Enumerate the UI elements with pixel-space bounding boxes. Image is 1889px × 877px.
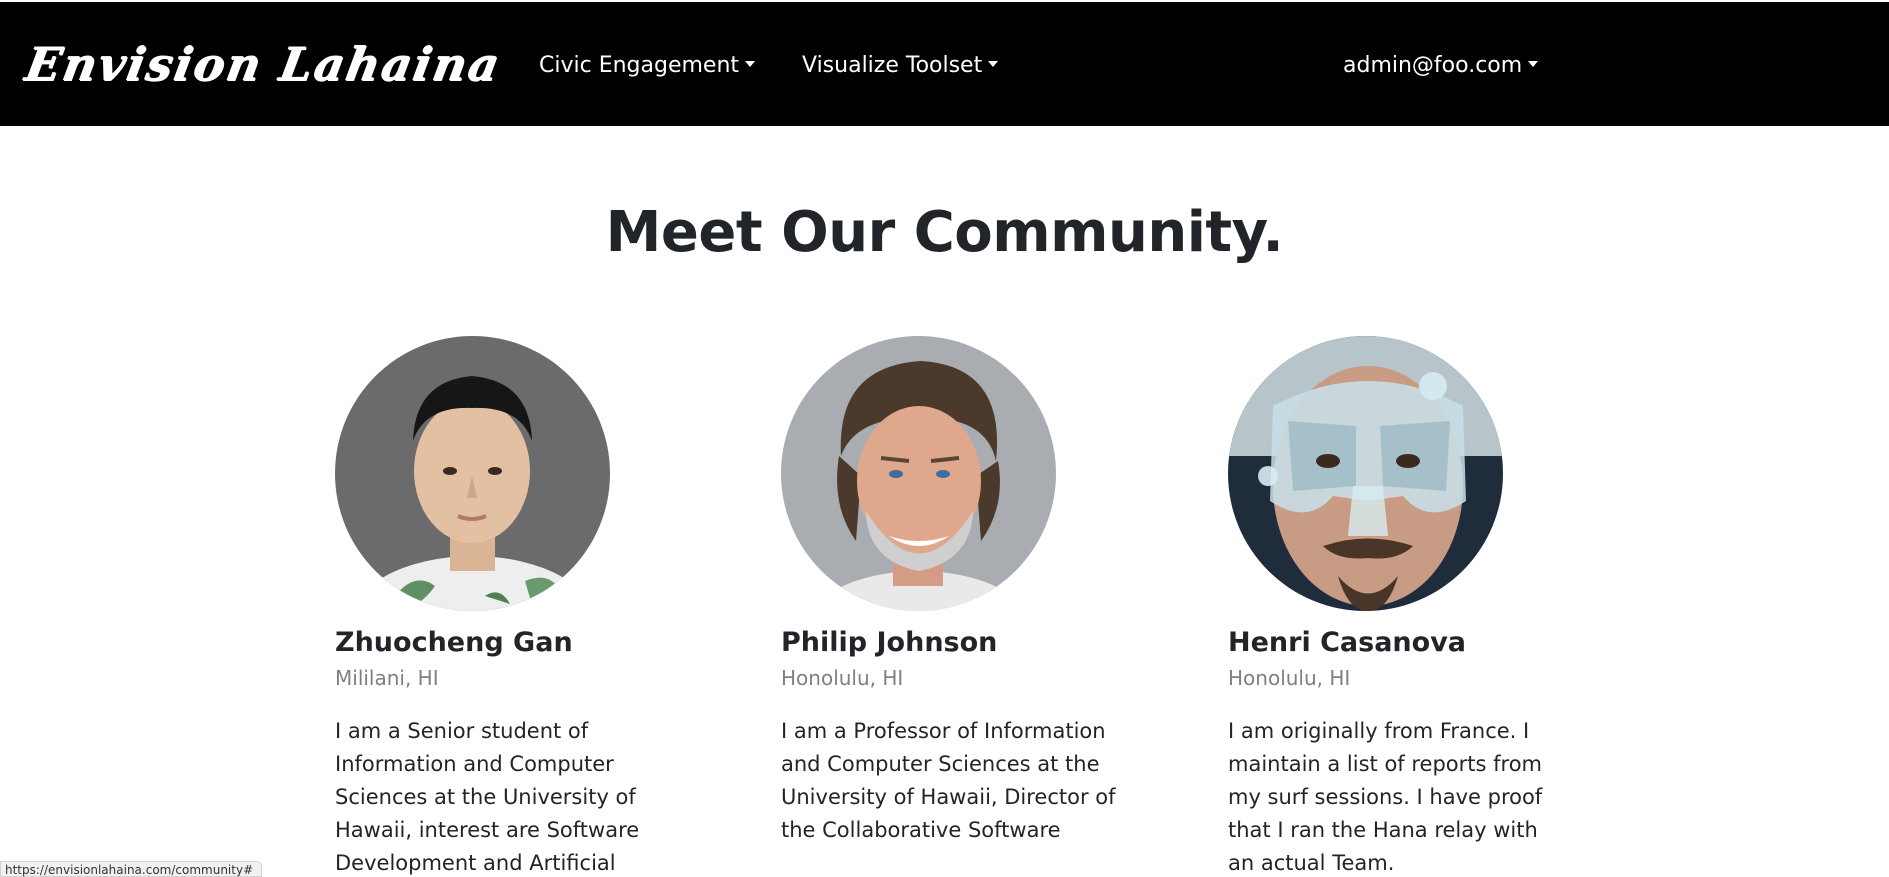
member-bio: I am originally from France. I maintain … xyxy=(1228,719,1543,875)
member-name: Zhuocheng Gan xyxy=(335,627,573,658)
member-card: Philip Johnson Honolulu, HI I am a Profe… xyxy=(781,336,1121,847)
member-photo xyxy=(781,336,1056,611)
member-bio: I am a Senior student of Information and… xyxy=(335,719,640,875)
member-photo xyxy=(335,336,610,611)
member-name: Philip Johnson xyxy=(781,627,998,658)
page-title: Meet Our Community. xyxy=(605,200,1284,265)
visualize-toolset-dropdown[interactable]: Visualize Toolset xyxy=(802,48,999,84)
avatar xyxy=(335,336,610,611)
avatar xyxy=(781,336,1056,611)
user-email-label: admin@foo.com xyxy=(1343,53,1523,78)
user-account-dropdown[interactable]: admin@foo.com xyxy=(1343,48,1539,84)
caret-down-icon xyxy=(1528,61,1539,67)
civic-engagement-dropdown[interactable]: Civic Engagement xyxy=(539,48,756,84)
link-status-bar: https://envisionlahaina.com/community# xyxy=(0,861,263,877)
top-navbar: Envision Lahaina Civic Engagement Visual… xyxy=(0,2,1889,126)
brand-logo[interactable]: Envision Lahaina xyxy=(21,34,506,94)
caret-down-icon xyxy=(988,61,999,67)
caret-down-icon xyxy=(745,61,756,67)
member-card: Zhuocheng Gan Mililani, HI I am a Senior… xyxy=(335,336,675,877)
member-name: Henri Casanova xyxy=(1228,627,1467,658)
member-card: Henri Casanova Honolulu, HI I am origina… xyxy=(1228,336,1568,877)
visualize-toolset-label: Visualize Toolset xyxy=(802,53,983,78)
member-location: Mililani, HI xyxy=(335,666,439,690)
member-bio: I am a Professor of Information and Comp… xyxy=(781,719,1116,842)
civic-engagement-label: Civic Engagement xyxy=(539,53,740,78)
member-location: Honolulu, HI xyxy=(1228,666,1351,690)
member-location: Honolulu, HI xyxy=(781,666,904,690)
avatar xyxy=(1228,336,1503,611)
member-photo xyxy=(1228,336,1503,611)
